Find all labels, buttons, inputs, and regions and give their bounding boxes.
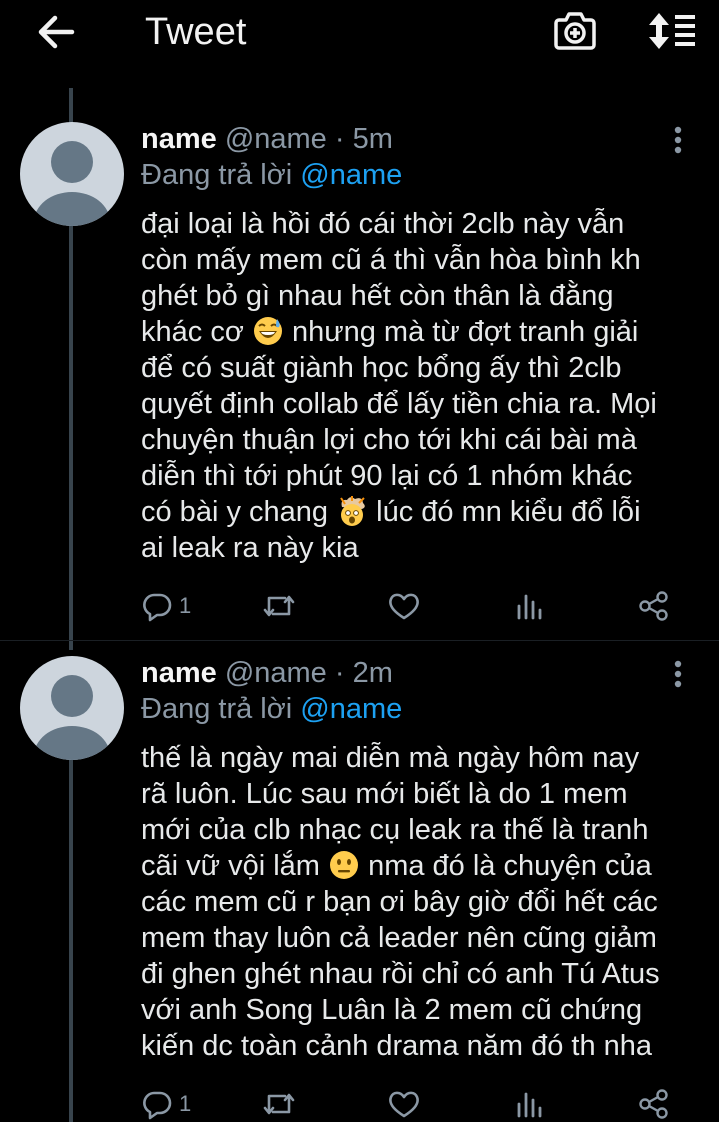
more-vertical-icon — [674, 126, 682, 154]
share-button[interactable] — [637, 1084, 671, 1122]
share-icon — [639, 1089, 668, 1119]
retweet-button[interactable] — [261, 1084, 297, 1122]
page-title: Tweet — [145, 11, 247, 53]
tweet-text: thế là ngày mai diễn mà ngày hôm nay rã … — [141, 740, 701, 1064]
reply-button[interactable]: 1 — [141, 1084, 191, 1122]
camera-plus-icon — [554, 12, 596, 50]
avatar[interactable] — [20, 656, 124, 760]
share-button[interactable] — [637, 586, 671, 626]
camera-button[interactable] — [552, 8, 598, 54]
handle[interactable]: @name — [225, 657, 327, 689]
sort-replies-button[interactable] — [644, 8, 698, 54]
separator: · — [334, 123, 345, 155]
display-name[interactable]: name — [141, 123, 217, 155]
tweet-actions: 1 — [141, 1084, 681, 1122]
default-avatar-icon — [34, 141, 110, 226]
analytics-button[interactable] — [515, 1084, 545, 1122]
display-name[interactable]: name — [141, 657, 217, 689]
tweet-text: đại loại là hồi đó cái thời 2clb này vẫn… — [141, 206, 701, 566]
arrow-left-icon — [38, 15, 75, 49]
analytics-icon — [517, 1092, 542, 1118]
analytics-button[interactable] — [515, 586, 545, 626]
heart-icon — [389, 593, 419, 620]
retweet-icon — [263, 1093, 295, 1115]
handle[interactable]: @name — [225, 123, 327, 155]
more-options-button[interactable] — [664, 654, 692, 694]
share-icon — [639, 591, 668, 621]
more-vertical-icon — [674, 660, 682, 688]
reply-count: 1 — [179, 1091, 192, 1116]
analytics-icon — [517, 594, 542, 620]
sort-list-icon — [649, 13, 695, 49]
tweet-header: name @name · 5m — [141, 122, 393, 156]
back-button[interactable] — [34, 8, 78, 56]
replying-label: Đang trả lời — [141, 159, 293, 191]
reply-count: 1 — [179, 593, 192, 618]
mention-link[interactable]: @name — [300, 693, 402, 725]
grinning-sweat-emoji — [253, 317, 282, 345]
exploding-head-emoji — [340, 496, 365, 526]
reply-icon — [143, 1091, 172, 1120]
replying-to: Đang trả lời @name — [141, 692, 402, 726]
retweet-icon — [263, 595, 295, 617]
timestamp: 2m — [352, 657, 393, 689]
reply-button[interactable]: 1 — [141, 586, 191, 626]
neutral-face-emoji — [330, 851, 359, 879]
like-button[interactable] — [387, 1084, 421, 1122]
more-options-button[interactable] — [664, 120, 692, 160]
replying-label: Đang trả lời — [141, 693, 293, 725]
thread-line — [69, 757, 73, 1122]
like-button[interactable] — [387, 586, 421, 626]
tweet-actions: 1 — [141, 586, 681, 626]
timestamp: 5m — [352, 123, 393, 155]
top-app-bar: Tweet — [0, 0, 719, 64]
tweet-header: name @name · 2m — [141, 656, 393, 690]
divider — [0, 640, 719, 641]
avatar[interactable] — [20, 122, 124, 226]
separator: · — [334, 657, 345, 689]
heart-icon — [389, 1091, 419, 1118]
default-avatar-icon — [34, 675, 110, 760]
retweet-button[interactable] — [261, 586, 297, 626]
mention-link[interactable]: @name — [300, 159, 402, 191]
reply-icon — [143, 593, 172, 622]
replying-to: Đang trả lời @name — [141, 158, 402, 192]
